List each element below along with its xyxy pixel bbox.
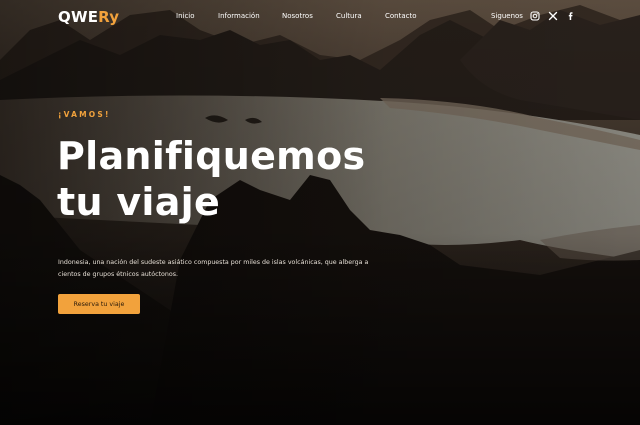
- nav-item-informacion[interactable]: Información: [218, 12, 260, 20]
- hero-title: Planifiquemos tu viaje: [57, 133, 365, 225]
- top-navigation: QWERy Inicio Información Nosotros Cultur…: [0, 0, 640, 34]
- hero-section: QWERy Inicio Información Nosotros Cultur…: [0, 0, 640, 425]
- nav-item-nosotros[interactable]: Nosotros: [282, 12, 313, 20]
- nav-menu: Inicio Información Nosotros Cultura Cont…: [0, 12, 640, 24]
- hero-title-line-2: tu viaje: [57, 180, 221, 224]
- hero-description: Indonesia, una nación del sudeste asiáti…: [58, 259, 369, 278]
- nav-item-cultura[interactable]: Cultura: [336, 12, 362, 20]
- x-twitter-icon[interactable]: [548, 11, 558, 21]
- social-label: Siguenos: [491, 12, 523, 20]
- nav-item-inicio[interactable]: Inicio: [176, 12, 195, 20]
- facebook-icon[interactable]: [566, 11, 576, 21]
- hero-eyebrow: ¡VAMOS!: [58, 110, 111, 119]
- nav-item-contacto[interactable]: Contacto: [385, 12, 417, 20]
- hero-title-line-1: Planifiquemos: [57, 134, 366, 178]
- book-trip-button[interactable]: Reserva tu viaje: [58, 294, 140, 314]
- instagram-icon[interactable]: [530, 11, 540, 21]
